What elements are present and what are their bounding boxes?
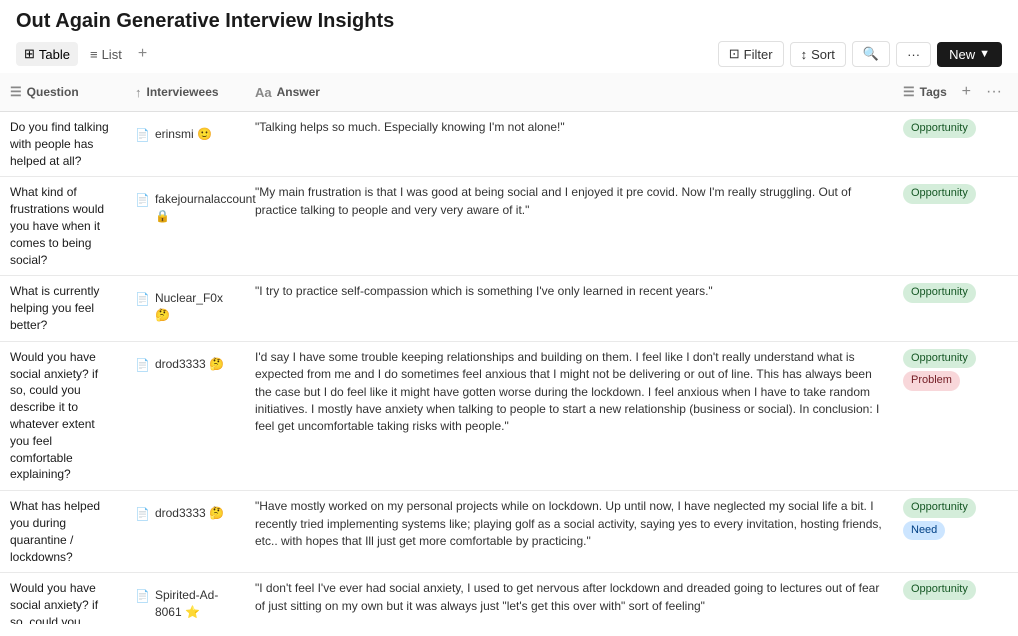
tag-badge[interactable]: Need: [903, 521, 945, 540]
interviewees-header: ↑ Interviewees: [125, 73, 245, 112]
tag-badge[interactable]: Problem: [903, 371, 960, 390]
tags-cell: Opportunity: [893, 276, 1018, 309]
interviewer-name: erinsmi 🙂: [155, 126, 212, 143]
table-row[interactable]: Do you find talking with people has help…: [0, 112, 1018, 177]
table-icon: ⊞: [24, 46, 35, 62]
table-row[interactable]: What is currently helping you feel bette…: [0, 276, 1018, 341]
doc-icon: 📄: [135, 506, 150, 523]
interviewer-cell: 📄 Nuclear_F0x 🤔: [125, 276, 245, 341]
add-view-button[interactable]: +: [134, 41, 151, 67]
tags-more-button[interactable]: ···: [980, 81, 1008, 103]
tags-header: ☰ Tags + ···: [893, 73, 1018, 112]
search-icon: 🔍: [863, 46, 879, 62]
search-button[interactable]: 🔍: [852, 41, 890, 67]
table-row[interactable]: Would you have social anxiety? if so, co…: [0, 573, 1018, 624]
question-cell: What kind of frustrations would you have…: [0, 177, 125, 276]
interviewer-cell: 📄 Spirited-Ad-8061 ⭐: [125, 573, 245, 624]
question-cell: What has helped you during quarantine / …: [0, 491, 125, 573]
table-row[interactable]: Would you have social anxiety? if so, co…: [0, 341, 1018, 490]
answer-cell: "My main frustration is that I was good …: [245, 177, 893, 276]
table-body: Do you find talking with people has help…: [0, 112, 1018, 625]
main-table: ☰ Question ↑ Interviewees Aa Answer: [0, 73, 1018, 624]
interviewees-header-icon: ↑: [135, 85, 142, 100]
interviewer-name: drod3333 🤔: [155, 356, 224, 373]
answer-cell: I'd say I have some trouble keeping rela…: [245, 341, 893, 490]
tag-badge[interactable]: Opportunity: [903, 119, 976, 138]
tags-cell: Opportunity Problem: [893, 342, 1018, 398]
answer-cell: "Talking helps so much. Especially knowi…: [245, 112, 893, 177]
more-options-button[interactable]: ···: [896, 42, 931, 67]
answer-header-icon: Aa: [255, 85, 272, 100]
question-cell: Do you find talking with people has help…: [0, 112, 125, 177]
table-tab[interactable]: ⊞ Table: [16, 42, 78, 66]
doc-icon: 📄: [135, 127, 150, 144]
doc-icon: 📄: [135, 291, 150, 308]
add-tag-button[interactable]: +: [956, 81, 977, 103]
ellipsis-icon: ···: [907, 47, 920, 62]
answer-header: Aa Answer: [245, 73, 893, 112]
filter-icon: ⊡: [729, 46, 740, 62]
question-header-icon: ☰: [10, 84, 22, 100]
doc-icon: 📄: [135, 588, 150, 605]
question-cell: Would you have social anxiety? if so, co…: [0, 341, 125, 490]
toolbar-left: ⊞ Table ≡ List +: [16, 41, 151, 67]
interviewer-name: fakejournalaccount 🔒: [155, 191, 256, 225]
sort-icon: ↕: [801, 47, 808, 62]
tags-cell: Opportunity: [893, 573, 1018, 606]
app-title: Out Again Generative Interview Insights: [16, 10, 1002, 33]
question-cell: Would you have social anxiety? if so, co…: [0, 573, 125, 624]
tag-badge[interactable]: Opportunity: [903, 498, 976, 517]
answer-cell: "I try to practice self-compassion which…: [245, 276, 893, 341]
list-tab[interactable]: ≡ List: [82, 43, 130, 66]
toolbar: ⊞ Table ≡ List + ⊡ Filter ↕ Sort 🔍 ···: [16, 41, 1002, 67]
tags-cell: Opportunity: [893, 177, 1018, 210]
answer-cell: "Have mostly worked on my personal proje…: [245, 491, 893, 573]
dropdown-arrow-icon: ▼: [979, 48, 990, 60]
tag-badge[interactable]: Opportunity: [903, 184, 976, 203]
question-header: ☰ Question: [0, 73, 125, 112]
tags-cell: Opportunity Need: [893, 491, 1018, 547]
new-button[interactable]: New ▼: [937, 42, 1002, 67]
header: Out Again Generative Interview Insights …: [0, 0, 1018, 67]
interviewer-name: drod3333 🤔: [155, 505, 224, 522]
table-container: ☰ Question ↑ Interviewees Aa Answer: [0, 73, 1018, 624]
table-row[interactable]: What kind of frustrations would you have…: [0, 177, 1018, 276]
toolbar-right: ⊡ Filter ↕ Sort 🔍 ··· New ▼: [718, 41, 1002, 67]
interviewer-cell: 📄 drod3333 🤔: [125, 341, 245, 490]
tags-cell: Opportunity: [893, 112, 1018, 145]
filter-button[interactable]: ⊡ Filter: [718, 41, 784, 67]
interviewer-cell: 📄fakejournalaccount 🔒: [125, 177, 245, 276]
answer-cell: "I don't feel I've ever had social anxie…: [245, 573, 893, 624]
interviewer-name: Spirited-Ad-8061 ⭐: [155, 587, 235, 621]
interviewer-cell: 📄 drod3333 🤔: [125, 491, 245, 573]
list-icon: ≡: [90, 47, 98, 62]
tags-header-icon: ☰: [903, 84, 915, 100]
question-cell: What is currently helping you feel bette…: [0, 276, 125, 341]
interviewer-cell: 📄 erinsmi 🙂: [125, 112, 245, 177]
doc-icon: 📄: [135, 357, 150, 374]
tag-badge[interactable]: Opportunity: [903, 283, 976, 302]
interviewer-name: Nuclear_F0x 🤔: [155, 290, 235, 324]
sort-button[interactable]: ↕ Sort: [790, 42, 846, 67]
doc-icon: 📄: [135, 192, 150, 209]
tag-badge[interactable]: Opportunity: [903, 349, 976, 368]
table-header: ☰ Question ↑ Interviewees Aa Answer: [0, 73, 1018, 112]
table-row[interactable]: What has helped you during quarantine / …: [0, 491, 1018, 573]
tag-badge[interactable]: Opportunity: [903, 580, 976, 599]
